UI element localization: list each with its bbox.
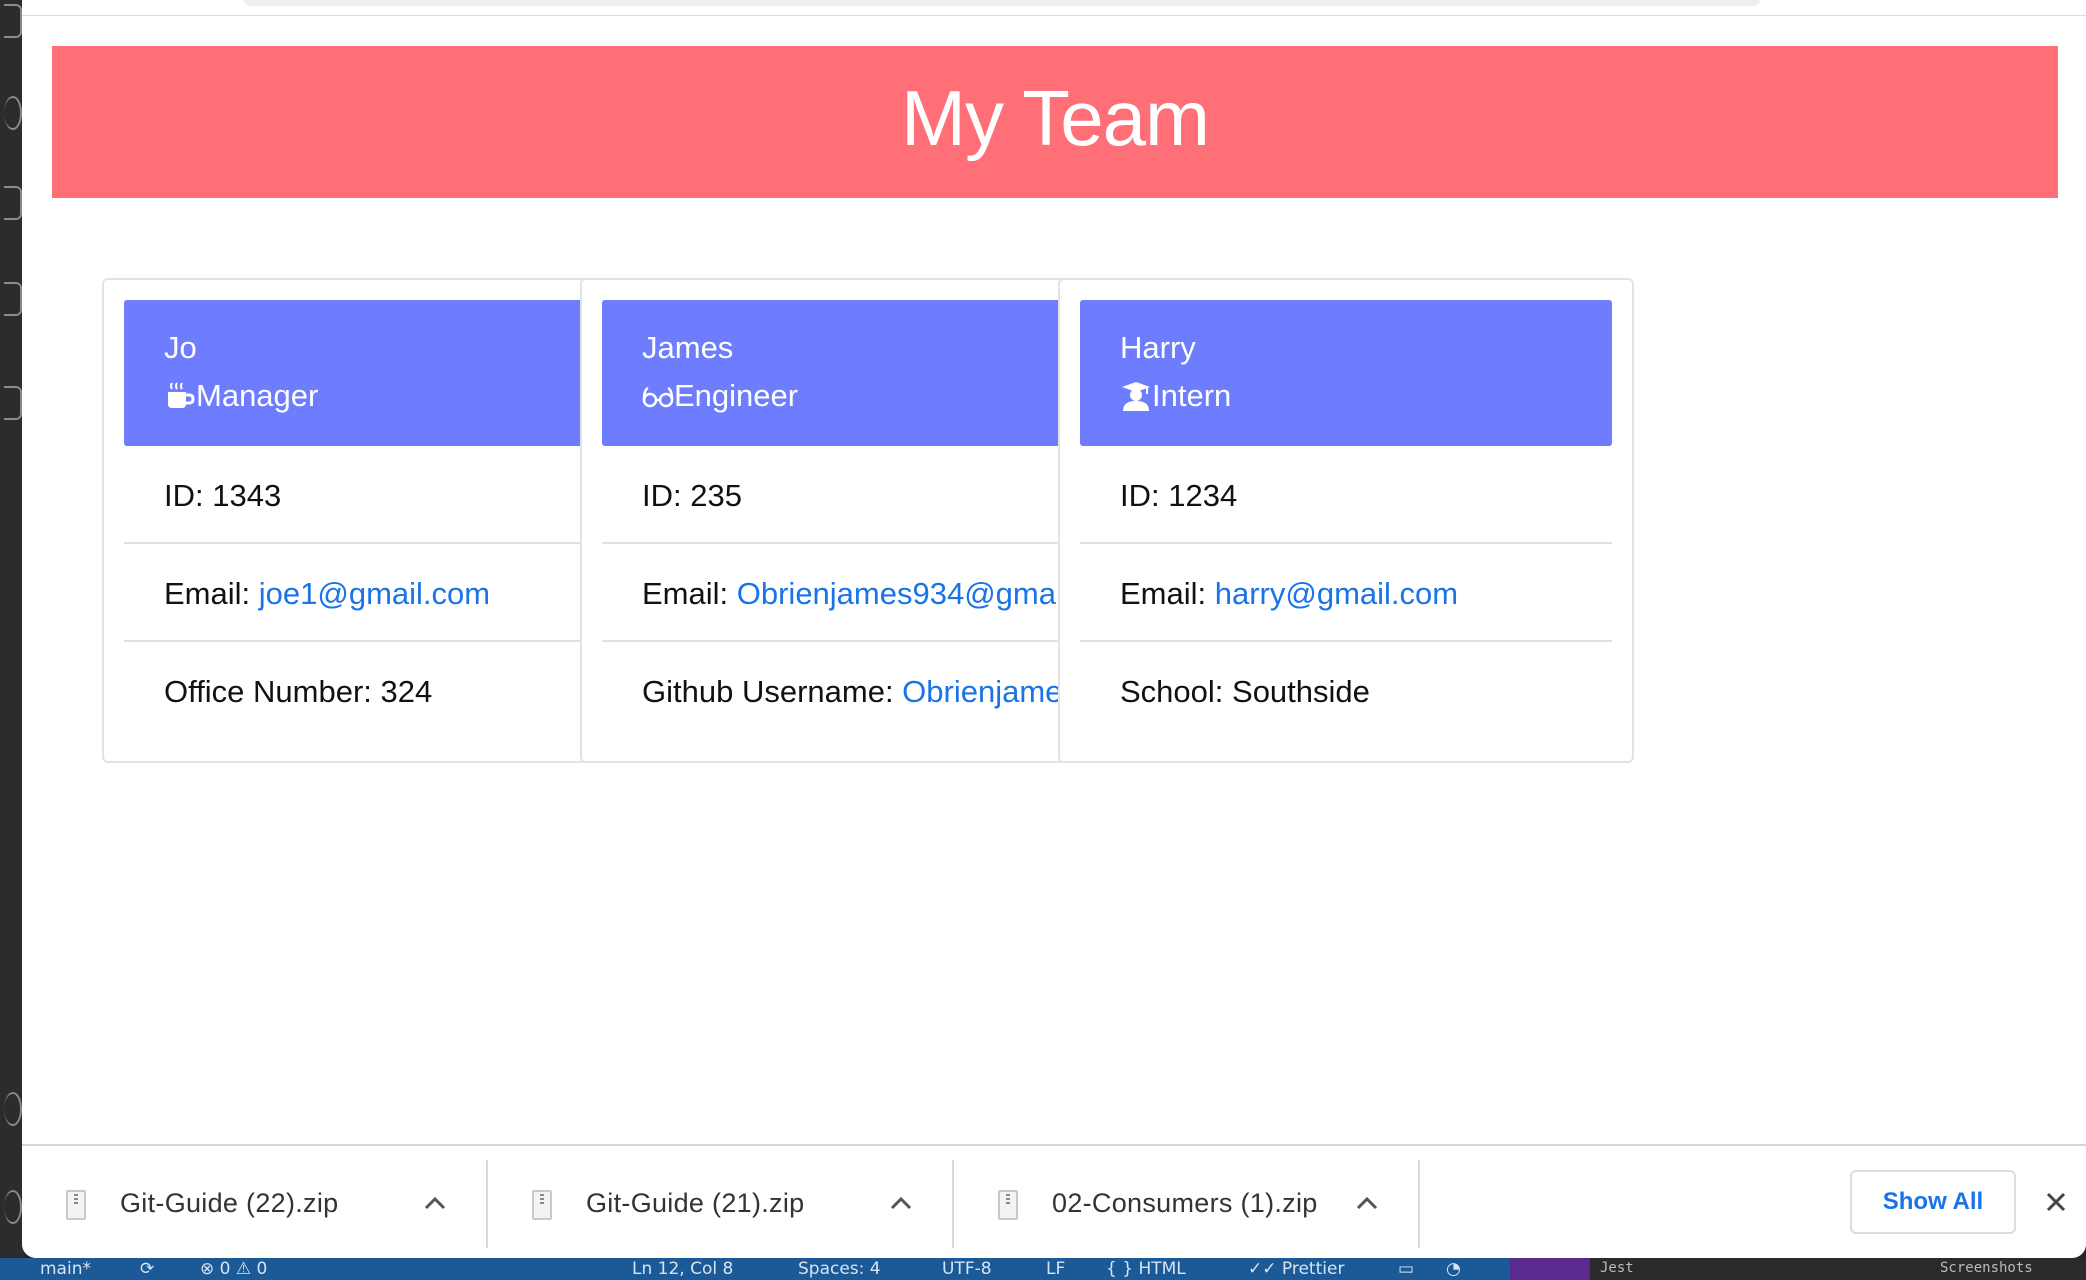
list-item-office-number: Office Number: 324 (124, 642, 656, 740)
problems-indicator[interactable]: ⊗ 0 ⚠ 0 (200, 1258, 267, 1280)
address-bar[interactable] (242, 0, 1762, 6)
remote-indicator[interactable] (1510, 1258, 1590, 1280)
school: School: Southside (1120, 674, 1370, 709)
download-item[interactable]: 02-Consumers (1).zip (954, 1160, 1420, 1248)
search-icon[interactable] (4, 96, 22, 130)
list-item-email: Email: harry@gmail.com (1080, 544, 1612, 642)
email-link[interactable]: harry@gmail.com (1215, 576, 1458, 611)
card-details-list: ID: 235 Email: Obrienjames934@gmail.com … (602, 446, 1137, 740)
encoding[interactable]: UTF-8 (942, 1258, 992, 1280)
github-label: Github Username: (642, 674, 903, 709)
extensions-icon[interactable] (4, 386, 22, 420)
card-header: Harry Intern (1080, 300, 1612, 446)
office-number: Office Number: 324 (164, 674, 433, 709)
chevron-up-icon[interactable] (420, 1188, 450, 1218)
list-item-id: ID: 235 (602, 446, 1134, 544)
role-label: Intern (1152, 378, 1232, 413)
coffee-icon (168, 382, 195, 408)
close-icon[interactable] (2034, 1180, 2078, 1224)
page-title: My Team (901, 73, 1210, 162)
employee-role: Manager (164, 378, 318, 414)
card-header: Jo Manager (124, 300, 656, 446)
list-item-school: School: Southside (1080, 642, 1612, 740)
download-filename: Git-Guide (22).zip (120, 1188, 339, 1218)
terminal-peek: Jest Screenshots (1590, 1258, 2086, 1280)
list-item-email: Email: joe1@gmail.com (124, 544, 656, 642)
employee-role: Intern (1120, 378, 1231, 414)
browser-window: My Team Jo Manager ID: 1343 Email: joe1@… (22, 0, 2086, 1258)
glasses-icon (642, 386, 674, 408)
explorer-icon[interactable] (4, 4, 22, 38)
zip-file-icon (998, 1190, 1018, 1220)
source-control-icon[interactable] (4, 186, 22, 220)
role-label: Engineer (674, 378, 799, 413)
employee-name: Jo (164, 330, 197, 365)
employee-role: Engineer (642, 378, 798, 414)
chevron-up-icon[interactable] (1352, 1188, 1382, 1218)
list-item-email: Email: Obrienjames934@gmail.com (602, 544, 1137, 642)
employee-name: Harry (1120, 330, 1196, 365)
email-link[interactable]: joe1@gmail.com (259, 576, 490, 611)
cursor-position[interactable]: Ln 12, Col 8 (632, 1258, 733, 1280)
employee-name: James (642, 330, 734, 365)
language-mode[interactable]: { } HTML (1106, 1258, 1186, 1280)
line-ending[interactable]: LF (1046, 1258, 1065, 1280)
download-filename: 02-Consumers (1).zip (1052, 1188, 1318, 1218)
debug-icon[interactable] (4, 282, 22, 316)
chevron-up-icon[interactable] (886, 1188, 916, 1218)
feedback-icon[interactable]: ▭ (1398, 1258, 1414, 1280)
card-details-list: ID: 1234 Email: harry@gmail.com School: … (1080, 446, 1612, 740)
download-item[interactable]: Git-Guide (22).zip (22, 1160, 488, 1248)
account-icon[interactable] (4, 1092, 22, 1126)
list-item-id: ID: 1234 (1080, 446, 1612, 544)
editor-activity-bar (0, 0, 24, 1258)
role-label: Manager (196, 378, 319, 413)
sync-icon[interactable]: ⟳ (140, 1258, 154, 1280)
indentation[interactable]: Spaces: 4 (798, 1258, 881, 1280)
list-item-id: ID: 1343 (124, 446, 656, 544)
show-all-button[interactable]: Show All (1850, 1170, 2016, 1234)
notifications-icon[interactable]: ◔ (1446, 1258, 1461, 1280)
branch-indicator[interactable]: main* (40, 1258, 91, 1280)
zip-file-icon (66, 1190, 86, 1220)
card-details-list: ID: 1343 Email: joe1@gmail.com Office Nu… (124, 446, 656, 740)
card-header: James Engineer (602, 300, 1134, 446)
zip-file-icon (532, 1190, 552, 1220)
employee-card-intern: Harry Intern ID: 1234 Email: harry@gmail… (1058, 278, 1634, 763)
download-filename: Git-Guide (21).zip (586, 1188, 805, 1218)
email-label: Email: (1120, 576, 1215, 611)
prettier-status[interactable]: ✓✓ Prettier (1248, 1258, 1344, 1280)
downloads-shelf: Git-Guide (22).zip Git-Guide (21).zip 02… (22, 1144, 2086, 1258)
header-banner: My Team (52, 46, 2058, 198)
email-label: Email: (642, 576, 737, 611)
browser-toolbar-edge (22, 0, 2086, 16)
download-item[interactable]: Git-Guide (21).zip (488, 1160, 954, 1248)
settings-gear-icon[interactable] (4, 1190, 22, 1224)
list-item-github: Github Username: Obrienjames34 (602, 642, 1134, 740)
email-label: Email: (164, 576, 259, 611)
user-graduate-icon (1122, 382, 1150, 411)
terminal-text-left: Jest (1600, 1260, 1634, 1276)
terminal-text-right: Screenshots (1940, 1260, 2033, 1276)
